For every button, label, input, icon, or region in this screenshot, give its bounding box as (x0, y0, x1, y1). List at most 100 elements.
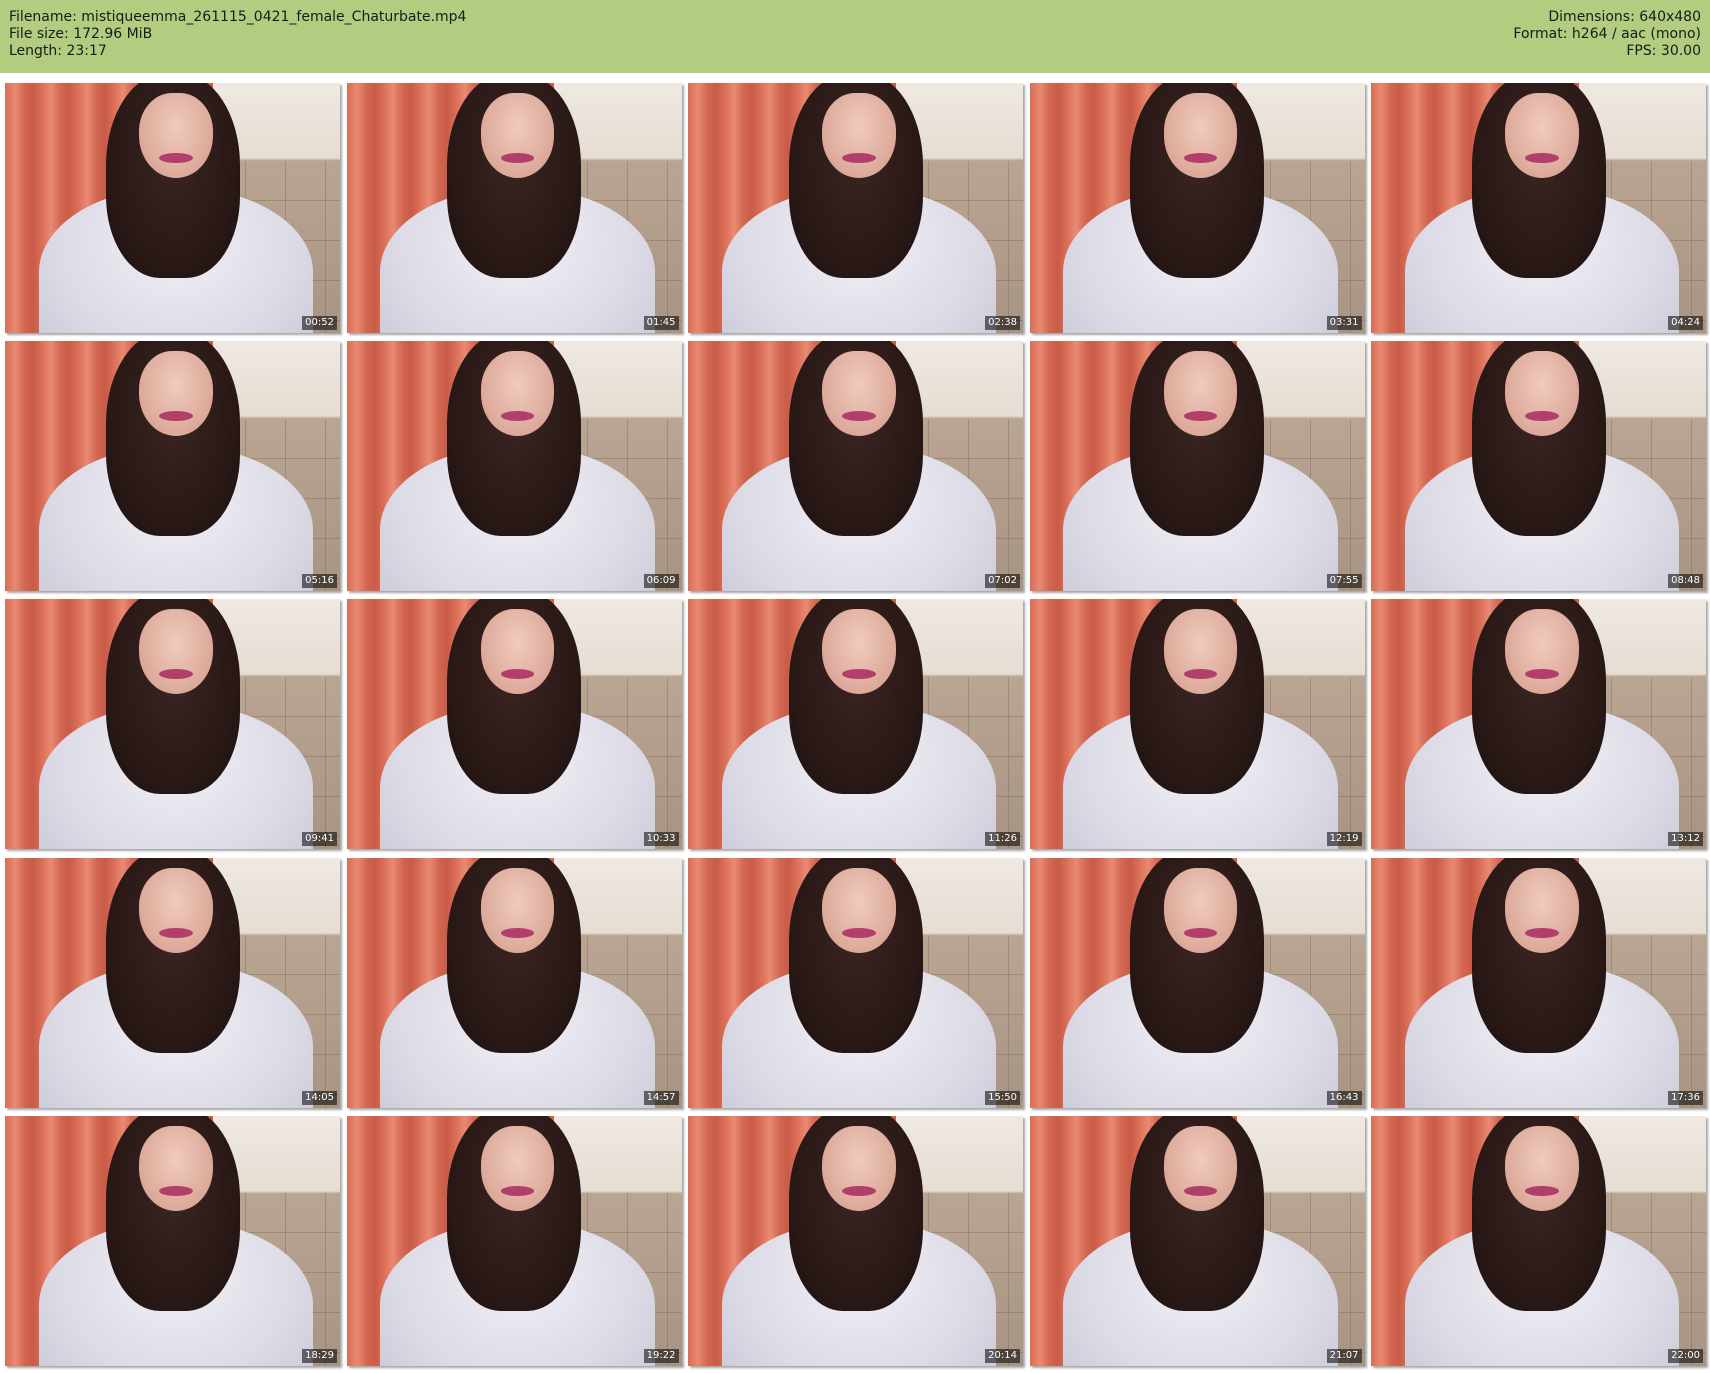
person-lips (1183, 1185, 1218, 1196)
person-lips (159, 927, 193, 938)
thumbnail-timecode: 14:57 (643, 1090, 679, 1105)
video-thumbnail: 17:36 (1371, 857, 1706, 1108)
thumbnail-timecode: 01:45 (643, 316, 679, 330)
video-thumbnail: 19:22 (346, 1115, 682, 1366)
filesize-label: File size: 172.96 MiB (9, 26, 153, 42)
info-header: Filename: mistiqueemma_261115_0421_femal… (0, 0, 1710, 73)
person-lips (1183, 927, 1218, 938)
person-face (822, 867, 896, 953)
person-face (1505, 867, 1579, 953)
person-face (1505, 351, 1579, 437)
video-thumbnail: 22:00 (1371, 1115, 1706, 1366)
person-lips (500, 153, 535, 163)
person-face (139, 351, 213, 437)
person-face (822, 1125, 896, 1211)
video-thumbnail: 11:26 (688, 599, 1023, 850)
video-thumbnail: 05:16 (5, 341, 340, 592)
person-face (1163, 1125, 1238, 1211)
person-face (1163, 351, 1238, 437)
video-thumbnail: 07:02 (688, 341, 1023, 592)
person-face (1505, 609, 1579, 695)
person-face (1505, 1125, 1579, 1211)
person-lips (500, 927, 535, 938)
person-lips (1525, 1185, 1559, 1196)
file-info-right: Dimensions: 640x480 Format: h264 / aac (… (1513, 9, 1701, 60)
video-thumbnail: 12:19 (1029, 599, 1365, 850)
thumbnail-timecode: 10:33 (643, 832, 679, 847)
video-thumbnail: 07:55 (1029, 341, 1365, 592)
video-thumbnail: 09:41 (5, 599, 340, 850)
video-thumbnail: 20:14 (688, 1115, 1023, 1366)
fps-label: FPS: 30.00 (1626, 43, 1701, 59)
video-thumbnail: 00:52 (5, 83, 340, 333)
person-face (1163, 609, 1238, 695)
length-label: Length: 23:17 (9, 43, 107, 59)
person-lips (1525, 927, 1559, 938)
video-thumbnail: 08:48 (1371, 341, 1706, 592)
thumbnail-timecode: 12:19 (1326, 832, 1362, 847)
person-face (139, 1125, 213, 1211)
person-face (822, 93, 896, 178)
thumbnail-timecode: 17:36 (1668, 1090, 1703, 1105)
person-lips (842, 927, 876, 938)
thumbnail-timecode: 21:07 (1326, 1348, 1362, 1363)
person-lips (842, 153, 876, 163)
video-thumbnail: 04:24 (1371, 83, 1706, 333)
person-face (480, 351, 555, 437)
video-thumbnail: 13:12 (1371, 599, 1706, 850)
video-thumbnail: 06:09 (346, 341, 682, 592)
thumbnail-timecode: 02:38 (985, 316, 1020, 330)
thumbnail-timecode: 00:52 (302, 316, 337, 330)
thumbnail-timecode: 09:41 (302, 832, 337, 847)
video-thumbnail: 21:07 (1029, 1115, 1365, 1366)
person-lips (842, 1185, 876, 1196)
person-face (1163, 867, 1238, 953)
thumbnail-timecode: 05:16 (302, 574, 337, 589)
person-face (1505, 93, 1579, 178)
thumbnail-timecode: 18:29 (302, 1348, 337, 1363)
thumbnail-timecode: 13:12 (1668, 832, 1703, 847)
video-thumbnail: 02:38 (688, 83, 1023, 333)
person-face (480, 1125, 555, 1211)
person-lips (500, 1185, 535, 1196)
thumbnail-timecode: 15:50 (985, 1090, 1020, 1105)
person-face (139, 93, 213, 178)
video-thumbnail: 01:45 (346, 83, 682, 333)
person-lips (1525, 153, 1559, 163)
person-face (480, 867, 555, 953)
person-face (480, 609, 555, 695)
thumbnail-timecode: 16:43 (1326, 1090, 1362, 1105)
person-face (139, 609, 213, 695)
thumbnail-timecode: 22:00 (1668, 1348, 1703, 1363)
person-face (480, 93, 555, 178)
thumbnail-timecode: 07:02 (985, 574, 1020, 589)
thumbnail-timecode: 20:14 (985, 1348, 1020, 1363)
thumbnail-timecode: 19:22 (643, 1348, 679, 1363)
thumbnail-timecode: 14:05 (302, 1090, 337, 1105)
dimensions-label: Dimensions: 640x480 (1548, 9, 1701, 25)
person-lips (1183, 153, 1218, 163)
person-lips (159, 1185, 193, 1196)
person-face (822, 351, 896, 437)
video-thumbnail: 14:05 (5, 857, 340, 1108)
thumbnail-timecode: 11:26 (985, 832, 1020, 847)
thumbnail-timecode: 08:48 (1668, 574, 1703, 589)
thumbnail-timecode: 06:09 (643, 574, 679, 589)
video-thumbnail: 15:50 (688, 857, 1023, 1108)
person-lips (159, 153, 193, 163)
thumbnail-timecode: 04:24 (1668, 316, 1703, 330)
video-thumbnail: 03:31 (1029, 83, 1365, 333)
person-face (139, 867, 213, 953)
video-thumbnail: 18:29 (5, 1115, 340, 1366)
thumbnail-grid: 00:52 01:45 02:38 03:31 04:24 05:16 06:09 07:02… (5, 83, 1708, 1370)
video-thumbnail: 16:43 (1029, 857, 1365, 1108)
person-face (1163, 93, 1238, 178)
video-thumbnail: 14:57 (346, 857, 682, 1108)
file-info-left: Filename: mistiqueemma_261115_0421_femal… (9, 9, 466, 60)
format-label: Format: h264 / aac (mono) (1513, 26, 1701, 42)
thumbnail-timecode: 03:31 (1326, 316, 1362, 330)
thumbnail-timecode: 07:55 (1326, 574, 1362, 589)
person-face (822, 609, 896, 695)
filename-label: Filename: mistiqueemma_261115_0421_femal… (9, 9, 467, 25)
video-thumbnail: 10:33 (346, 599, 682, 850)
